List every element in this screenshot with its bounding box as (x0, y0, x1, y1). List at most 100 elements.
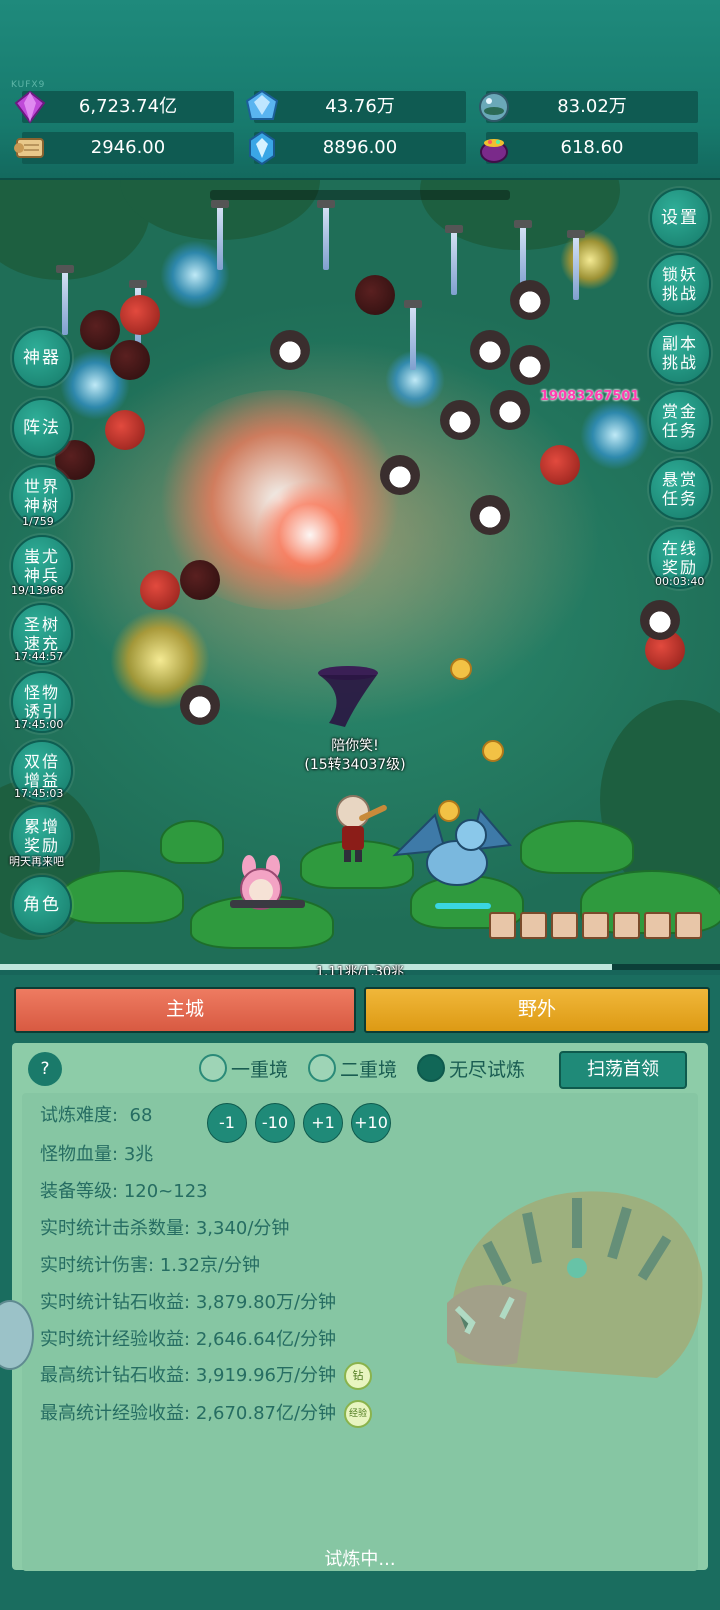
flying-sword (567, 230, 585, 300)
radio-selected-icon (417, 1054, 445, 1082)
chiyou-weapon-count: 19/13968 (11, 584, 64, 597)
enemy-demon (180, 560, 220, 600)
flying-sword (56, 265, 74, 335)
player-character (336, 795, 387, 862)
stat-row: 最高统计钻石收益: 3,919.96万/分钟钻 (40, 1361, 373, 1390)
skill-icon[interactable] (613, 912, 640, 939)
radio-icon (199, 1054, 227, 1082)
enemy-demon (80, 310, 120, 350)
menu-settings[interactable]: 设置 (650, 188, 710, 248)
difficulty-minus-1-button[interactable]: -1 (207, 1103, 247, 1143)
trial-stats-area: 试炼难度: 68 -1 -10 +1 +10 怪物血量: 3兆 装备等级: 12… (22, 1093, 703, 1571)
player-nameplate: 陪你笑! (15转34037级) (295, 737, 415, 775)
flying-sword (211, 200, 229, 270)
explosion-effect (255, 480, 365, 590)
tiger-emblem (447, 1191, 703, 1378)
enemy-demon (105, 410, 145, 450)
skill-icon[interactable] (520, 912, 547, 939)
tab-wild[interactable]: 野外 (364, 987, 710, 1033)
stat-row: 装备等级: 120~123 (40, 1181, 208, 1202)
enemy-demon (540, 445, 580, 485)
light-effect (560, 230, 620, 290)
stat-row: 实时统计经验收益: 2,646.64亿/分钟 (40, 1329, 337, 1350)
resource-bar: KUFX9 6,723.74亿 43.76万 83.02万 2946.00 88… (0, 0, 720, 180)
stat-row: 最高统计经验收益: 2,670.87亿/分钟 经验 (40, 1399, 373, 1428)
enemy-cow (270, 330, 310, 370)
diamond-badge-icon: 钻 (344, 1362, 373, 1390)
skill-icon[interactable] (675, 912, 702, 939)
tornado-effect (318, 666, 378, 727)
bush (60, 870, 184, 924)
skill-icon-strip (489, 912, 702, 939)
dragon-pet (392, 807, 512, 886)
enemy-cow (180, 685, 220, 725)
ice-crystal-icon (249, 130, 275, 166)
mode-realm-1[interactable]: 一重境 (199, 1054, 288, 1082)
blue-crystal-icon (245, 89, 279, 120)
player-name: 陪你笑! (331, 738, 379, 754)
resource-ice-crystal: 8896.00 (249, 130, 466, 166)
exp-badge-icon: 经验 (344, 1400, 373, 1428)
help-button[interactable]: ? (28, 1052, 62, 1086)
pet-hp-bar (435, 903, 491, 909)
skill-icon[interactable] (489, 912, 516, 939)
sweep-boss-button[interactable]: 扫荡首领 (559, 1051, 687, 1089)
battle-scene: 19083267501 陪你笑! (15转34037级) 神器 阵法 世界神树 … (0, 180, 720, 965)
trial-status: 试炼中... (324, 1549, 396, 1570)
enemy-cow (510, 345, 550, 385)
difficulty-row: 试炼难度: 68 (40, 1105, 153, 1126)
enemy-cow (440, 400, 480, 440)
scroll-icon (14, 138, 44, 158)
skill-icon[interactable] (644, 912, 671, 939)
tree-recharge-timer: 17:44:57 (14, 650, 64, 663)
ice-effect (580, 400, 650, 470)
resource-gems: 6,723.74亿 (14, 90, 234, 124)
bush (160, 820, 224, 864)
pet-hp-fill (435, 903, 491, 909)
trial-panel: ? 一重境 二重境 无尽试炼 扫荡首领 试炼难度: 68 -1 -10 +1 +… (12, 1043, 708, 1571)
difficulty-minus-10-button[interactable]: -10 (255, 1103, 295, 1143)
mode-realm-2[interactable]: 二重境 (308, 1054, 397, 1082)
enemy-demon (120, 295, 160, 335)
menu-formation[interactable]: 阵法 (12, 398, 72, 458)
skill-icon[interactable] (582, 912, 609, 939)
flying-sword (317, 200, 335, 270)
resource-scroll: 2946.00 (14, 132, 234, 164)
purple-gem-icon (14, 90, 46, 124)
bottom-panel: 主城 野外 ? 一重境 二重境 无尽试炼 扫荡首领 试炼难度: 68 -1 -1… (0, 975, 720, 1610)
difficulty-plus-10-button[interactable]: +10 (351, 1103, 391, 1143)
tab-main-city[interactable]: 主城 (14, 987, 356, 1033)
bush (520, 820, 634, 874)
flying-sword (404, 300, 422, 370)
enemy-cow (470, 495, 510, 535)
menu-artifact[interactable]: 神器 (12, 328, 72, 388)
menu-demon-lock-challenge[interactable]: 锁妖挑战 (649, 253, 711, 315)
enemy-demon (140, 570, 180, 610)
skill-icon[interactable] (551, 912, 578, 939)
online-reward-timer: 00:03:40 (655, 575, 705, 588)
orb-icon (479, 92, 509, 122)
coin-icon (482, 740, 504, 762)
damage-number: 19083267501 (540, 389, 640, 404)
bunny-companion (230, 855, 305, 910)
enemy-cow (640, 600, 680, 640)
enemy-cow (490, 390, 530, 430)
enemy-demon (110, 340, 150, 380)
menu-dungeon-challenge[interactable]: 副本挑战 (649, 322, 711, 384)
resource-blue-crystal: 43.76万 (245, 89, 466, 123)
mode-endless-trial[interactable]: 无尽试炼 (417, 1054, 525, 1082)
menu-bounty-quest[interactable]: 赏金任务 (649, 390, 711, 452)
stat-row: 实时统计钻石收益: 3,879.80万/分钟 (40, 1292, 337, 1313)
resource-orb: 83.02万 (479, 91, 698, 123)
player-level: (15转34037级) (304, 757, 406, 773)
enemy-cow (510, 280, 550, 320)
cumulative-reward-note: 明天再来吧 (9, 855, 64, 868)
menu-reward-quest[interactable]: 悬赏任务 (649, 458, 711, 520)
double-buff-timer: 17:45:03 (14, 787, 64, 800)
treasure-pot-icon (480, 139, 508, 163)
difficulty-plus-1-button[interactable]: +1 (303, 1103, 343, 1143)
resource-treasure: 618.60 (480, 132, 698, 164)
flying-sword (445, 225, 463, 295)
stat-row: 实时统计伤害: 1.32京/分钟 (40, 1255, 260, 1276)
menu-character[interactable]: 角色 (12, 875, 72, 935)
